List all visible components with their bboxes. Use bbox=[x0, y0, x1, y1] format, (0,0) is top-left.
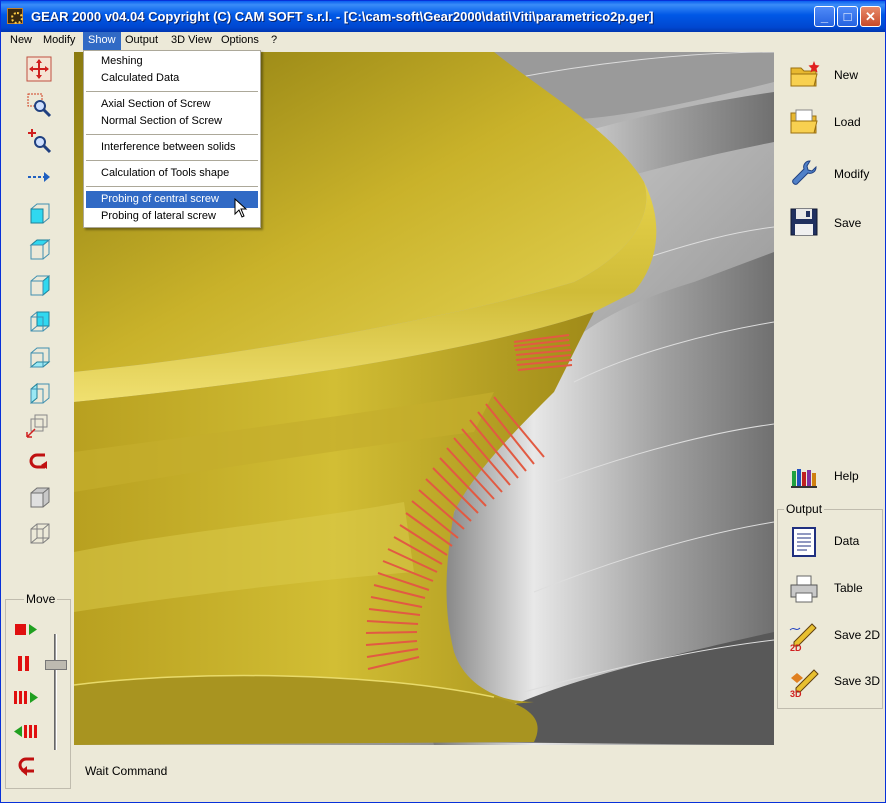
left-toolbar bbox=[5, 51, 71, 593]
wire-box-icon[interactable] bbox=[25, 519, 53, 547]
step-forward-icon[interactable] bbox=[12, 686, 40, 710]
view-bottom-icon[interactable] bbox=[25, 343, 53, 371]
move-view-icon[interactable] bbox=[25, 55, 53, 83]
menu-item-axial-section[interactable]: Axial Section of Screw bbox=[86, 96, 258, 113]
modify-button[interactable]: Modify bbox=[786, 153, 878, 193]
data-sheet-icon bbox=[792, 527, 816, 557]
modify-label: Modify bbox=[834, 167, 870, 181]
books-icon bbox=[791, 469, 817, 488]
data-label: Data bbox=[834, 534, 860, 548]
pencil-2d-icon: 2D bbox=[789, 623, 817, 652]
zoom-in-icon[interactable] bbox=[25, 127, 53, 155]
new-button[interactable]: New bbox=[786, 54, 878, 94]
output-group: Output Data Table 2D Save 2D 3D Save 3D bbox=[777, 502, 883, 709]
return-icon[interactable] bbox=[12, 754, 40, 778]
svg-text:2D: 2D bbox=[790, 643, 802, 652]
minimize-button[interactable]: _ bbox=[814, 6, 835, 27]
menu-item-meshing[interactable]: Meshing bbox=[86, 53, 258, 70]
record-play-icon[interactable] bbox=[12, 618, 40, 642]
wrench-icon bbox=[792, 160, 817, 185]
save-2d-label: Save 2D bbox=[834, 628, 881, 642]
menu-modify[interactable]: Modify bbox=[38, 32, 80, 50]
menu-item-probing-lateral[interactable]: Probing of lateral screw bbox=[86, 208, 258, 225]
move-label: Move bbox=[24, 592, 58, 606]
view-side-icon[interactable] bbox=[25, 271, 53, 299]
menu-output[interactable]: Output bbox=[120, 32, 163, 50]
save-label: Save bbox=[834, 216, 862, 230]
pencil-3d-icon: 3D bbox=[790, 669, 819, 698]
table-label: Table bbox=[834, 581, 863, 595]
menu-3d-view[interactable]: 3D View bbox=[166, 32, 217, 50]
solid-box-icon[interactable] bbox=[25, 483, 53, 511]
close-button[interactable]: ✕ bbox=[860, 6, 881, 27]
menu-show[interactable]: Show bbox=[83, 32, 121, 50]
menu-new[interactable]: New bbox=[5, 32, 37, 50]
new-label: New bbox=[834, 68, 859, 82]
maximize-button[interactable]: □ bbox=[837, 6, 858, 27]
menu-item-probing-central[interactable]: Probing of central screw bbox=[86, 191, 258, 208]
help-label: Help bbox=[834, 469, 859, 483]
status-text: Wait Command bbox=[85, 764, 168, 778]
pause-icon[interactable] bbox=[12, 652, 40, 676]
new-folder-icon bbox=[790, 61, 820, 87]
save-3d-label: Save 3D bbox=[834, 674, 881, 688]
right-panel: New Load Modify Save Help bbox=[776, 52, 884, 492]
floppy-disk-icon bbox=[790, 208, 818, 236]
load-label: Load bbox=[834, 115, 861, 129]
open-folder-icon bbox=[790, 109, 818, 134]
save-button[interactable]: Save bbox=[786, 202, 878, 242]
printer-icon bbox=[790, 575, 818, 603]
view-front-icon[interactable] bbox=[25, 199, 53, 227]
title-bar[interactable]: GEAR 2000 v04.04 Copyright (C) CAM SOFT … bbox=[1, 1, 885, 32]
menu-options[interactable]: Options bbox=[216, 32, 264, 50]
menu-item-normal-section[interactable]: Normal Section of Screw bbox=[86, 113, 258, 130]
view-right-icon[interactable] bbox=[25, 379, 53, 407]
view-back-icon[interactable] bbox=[25, 307, 53, 335]
table-button[interactable]: Table bbox=[786, 569, 880, 609]
speed-slider-thumb[interactable] bbox=[45, 660, 67, 670]
menu-help[interactable]: ? bbox=[266, 32, 282, 50]
speed-slider-track[interactable] bbox=[54, 634, 57, 750]
svg-text:3D: 3D bbox=[790, 689, 802, 698]
step-back-icon[interactable] bbox=[12, 720, 40, 744]
menu-separator bbox=[86, 134, 258, 135]
data-button[interactable]: Data bbox=[786, 522, 880, 562]
save-2d-button[interactable]: 2D Save 2D bbox=[786, 616, 880, 656]
menu-item-calculated-data[interactable]: Calculated Data bbox=[86, 70, 258, 87]
output-label: Output bbox=[784, 502, 825, 516]
menu-separator bbox=[86, 186, 258, 187]
pan-arrow-icon[interactable] bbox=[25, 163, 53, 191]
zoom-window-icon[interactable] bbox=[25, 91, 53, 119]
menu-bar: New Modify Show Output 3D View Options ? bbox=[1, 32, 885, 50]
mouse-pointer-icon bbox=[234, 198, 248, 218]
load-button[interactable]: Load bbox=[786, 101, 878, 141]
menu-item-tools-shape[interactable]: Calculation of Tools shape bbox=[86, 165, 258, 182]
menu-separator bbox=[86, 91, 258, 92]
move-group: Move bbox=[5, 592, 71, 789]
view-iso-icon[interactable] bbox=[25, 411, 53, 439]
app-gear-icon[interactable] bbox=[7, 8, 23, 24]
save-3d-button[interactable]: 3D Save 3D bbox=[786, 662, 880, 702]
app-window: GEAR 2000 v04.04 Copyright (C) CAM SOFT … bbox=[0, 0, 886, 803]
menu-separator bbox=[86, 160, 258, 161]
window-title: GEAR 2000 v04.04 Copyright (C) CAM SOFT … bbox=[31, 9, 654, 24]
menu-item-interference[interactable]: Interference between solids bbox=[86, 139, 258, 156]
help-button[interactable]: Help bbox=[786, 455, 878, 495]
view-top-icon[interactable] bbox=[25, 235, 53, 263]
undo-rotate-icon[interactable] bbox=[25, 447, 53, 475]
